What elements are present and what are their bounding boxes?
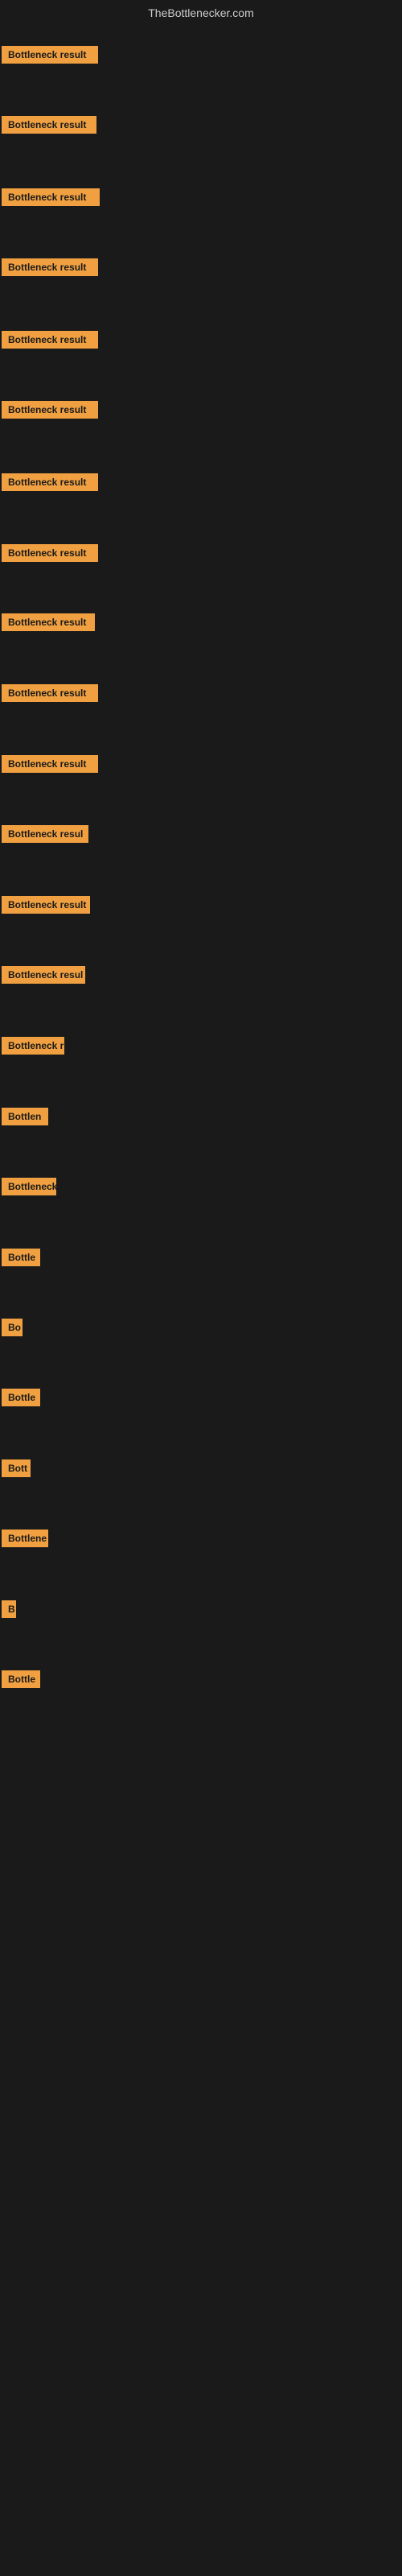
- bottleneck-badge: Bottleneck result: [2, 46, 98, 64]
- bottleneck-badge: Bottleneck result: [2, 896, 90, 914]
- bottleneck-badge: Bottleneck result: [2, 473, 98, 491]
- bottleneck-badge: Bottleneck resul: [2, 825, 88, 843]
- bottleneck-badge: Bottleneck r: [2, 1037, 64, 1055]
- bottleneck-badge: Bottlene: [2, 1530, 48, 1547]
- bottleneck-badge: Bottleneck result: [2, 258, 98, 276]
- bottleneck-badge: Bottleneck result: [2, 613, 95, 631]
- bottleneck-badge: Bottleneck resul: [2, 966, 85, 984]
- bottleneck-badge: Bott: [2, 1459, 31, 1477]
- site-title: TheBottlenecker.com: [0, 0, 402, 26]
- bottleneck-badge: Bottle: [2, 1670, 40, 1688]
- bottleneck-badge: Bottleneck result: [2, 116, 96, 134]
- bottleneck-badge: B: [2, 1600, 16, 1618]
- bottleneck-badge: Bottleneck result: [2, 684, 98, 702]
- bottleneck-badge: Bottleneck result: [2, 188, 100, 206]
- bottleneck-badge: Bottle: [2, 1389, 40, 1406]
- bottleneck-badge: Bottlen: [2, 1108, 48, 1125]
- bottleneck-badge: Bottle: [2, 1249, 40, 1266]
- bottleneck-badge: Bottleneck result: [2, 331, 98, 349]
- bottleneck-badge: Bottleneck result: [2, 401, 98, 419]
- bottleneck-badge: Bottleneck result: [2, 544, 98, 562]
- bottleneck-badge: Bo: [2, 1319, 23, 1336]
- bottleneck-badge: Bottleneck result: [2, 755, 98, 773]
- bottleneck-badge: Bottleneck: [2, 1178, 56, 1195]
